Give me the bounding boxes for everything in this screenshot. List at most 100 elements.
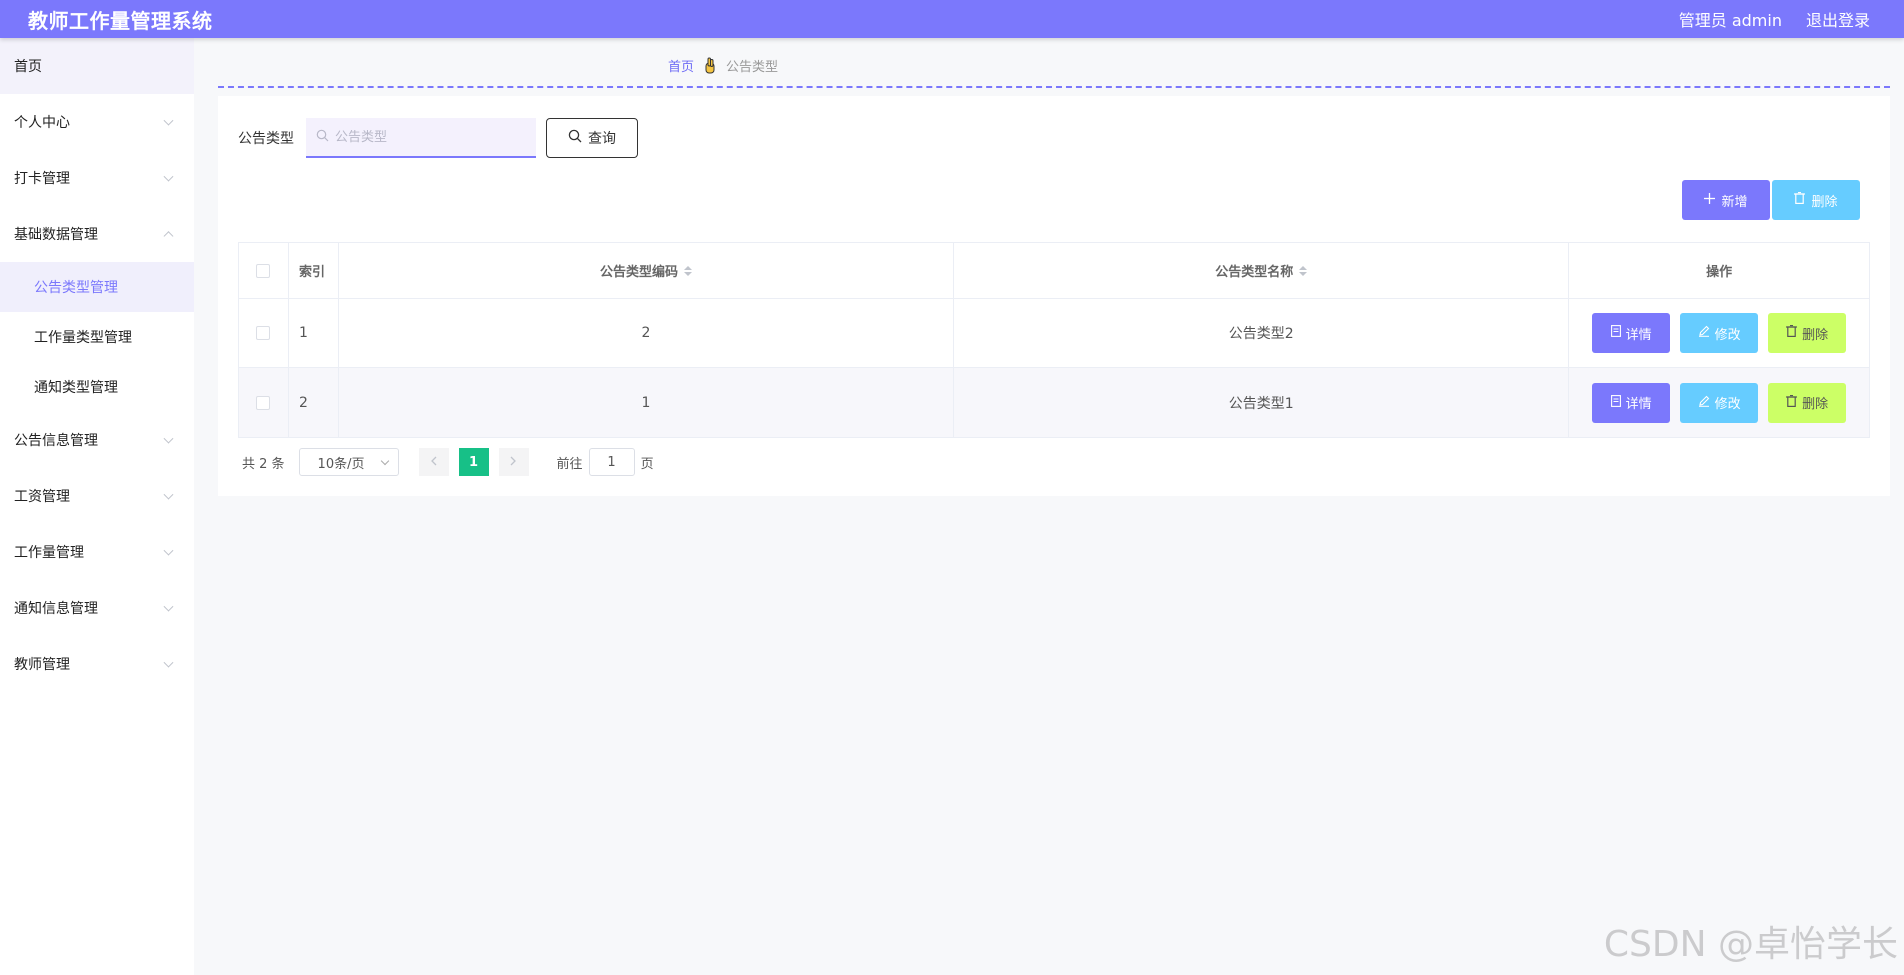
sidebar-item-workload[interactable]: 工作量管理 <box>0 524 194 580</box>
breadcrumb-home[interactable]: 首页 <box>668 56 694 75</box>
sidebar-item-notice-info[interactable]: 公告信息管理 <box>0 412 194 468</box>
sidebar-item-label: 首页 <box>14 59 42 75</box>
logout-link[interactable]: 退出登录 <box>1806 7 1870 31</box>
sidebar-item-notify-info[interactable]: 通知信息管理 <box>0 580 194 636</box>
row-checkbox[interactable] <box>256 395 271 410</box>
sidebar-item-salary[interactable]: 工资管理 <box>0 468 194 524</box>
trash-icon <box>1786 324 1798 341</box>
query-button-label: 查询 <box>588 131 616 147</box>
table-header-row: 索引 公告类型编码 公告类型名称 操作 <box>239 243 1869 299</box>
table-row: 2 1 公告类型1 详情 修改 删除 <box>239 368 1869 437</box>
chevron-left-icon <box>430 455 437 470</box>
sidebar-item-label: 基础数据管理 <box>14 227 98 243</box>
header-index-label: 索引 <box>298 265 325 280</box>
detail-button-label: 详情 <box>1625 327 1652 343</box>
edit-button-label: 修改 <box>1714 327 1741 343</box>
header-name[interactable]: 公告类型名称 <box>954 243 1570 298</box>
sort-icon[interactable] <box>684 265 693 276</box>
delete-button[interactable]: 删除 <box>1768 382 1847 423</box>
sidebar-item-label: 工作量管理 <box>14 545 84 561</box>
header-code-label: 公告类型编码 <box>600 265 679 280</box>
breadcrumb: 首页 公告类型 <box>668 56 778 75</box>
table-row: 1 2 公告类型2 详情 修改 删除 <box>239 299 1869 368</box>
sidebar-item-basic-data[interactable]: 基础数据管理 <box>0 206 194 262</box>
delete-button[interactable]: 删除 <box>1768 313 1847 353</box>
watermark: CSDN @卓怡学长 <box>1603 924 1898 965</box>
sidebar: 首页 个人中心 打卡管理 基础数据管理 公告类型管理 工作量类型管理 通知类型管… <box>0 38 194 975</box>
sidebar-subitem-notify-type[interactable]: 通知类型管理 <box>0 362 194 412</box>
row-checkbox[interactable] <box>256 326 271 340</box>
sidebar-subitem-label: 工作量类型管理 <box>34 330 132 346</box>
chevron-down-icon <box>163 657 174 668</box>
pencil-icon <box>1698 395 1710 411</box>
detail-button[interactable]: 详情 <box>1592 313 1671 353</box>
header-checkbox-cell <box>239 243 289 298</box>
batch-delete-button[interactable]: 删除 <box>1772 180 1860 220</box>
sidebar-subitem-label: 公告类型管理 <box>34 280 118 296</box>
search-box <box>306 118 536 158</box>
hand-icon <box>702 57 718 75</box>
breadcrumb-current: 公告类型 <box>726 60 779 75</box>
header-ops: 操作 <box>1569 243 1869 298</box>
sidebar-item-checkin[interactable]: 打卡管理 <box>0 150 194 206</box>
chevron-down-icon <box>163 115 174 126</box>
search-icon <box>568 129 582 147</box>
sidebar-item-label: 工资管理 <box>14 489 70 505</box>
add-button-label: 新增 <box>1721 194 1748 210</box>
prev-page-button[interactable] <box>418 448 449 476</box>
chevron-up-icon <box>163 231 174 242</box>
page-number-current[interactable]: 1 <box>458 448 489 476</box>
row-index: 2 <box>289 368 339 437</box>
sidebar-subitem-label: 通知类型管理 <box>34 380 118 396</box>
goto-page: 前往 页 <box>557 448 654 476</box>
header-code[interactable]: 公告类型编码 <box>339 243 955 298</box>
page-size-value: 10条/页 <box>317 456 365 472</box>
row-index: 1 <box>289 299 339 367</box>
sidebar-item-label: 教师管理 <box>14 657 70 673</box>
pagination-total: 共 2 条 <box>242 456 285 472</box>
sidebar-subitem-notice-type[interactable]: 公告类型管理 <box>0 262 194 312</box>
breadcrumb-divider <box>218 86 1890 88</box>
goto-page-input[interactable] <box>588 448 635 476</box>
detail-button[interactable]: 详情 <box>1592 382 1671 423</box>
header-name-label: 公告类型名称 <box>1215 265 1294 280</box>
delete-button-label: 删除 <box>1802 397 1829 412</box>
top-bar: 教师工作量管理系统 管理员 admin 退出登录 <box>0 0 1904 38</box>
query-button[interactable]: 查询 <box>546 118 638 158</box>
batch-delete-label: 删除 <box>1811 194 1838 210</box>
edit-button-label: 修改 <box>1714 397 1741 412</box>
sidebar-item-label: 公告信息管理 <box>14 433 98 449</box>
document-icon <box>1610 394 1621 411</box>
delete-button-label: 删除 <box>1802 327 1829 343</box>
trash-icon <box>1794 191 1806 208</box>
row-code: 1 <box>339 368 955 437</box>
detail-button-label: 详情 <box>1625 397 1652 412</box>
sidebar-subitem-workload-type[interactable]: 工作量类型管理 <box>0 312 194 362</box>
sort-icon[interactable] <box>1299 265 1308 276</box>
sidebar-item-personal-center[interactable]: 个人中心 <box>0 94 194 150</box>
pagination: 共 2 条 10条/页 1 前往 页 <box>242 448 654 476</box>
goto-prefix: 前往 <box>556 456 583 472</box>
chevron-down-icon <box>163 545 174 556</box>
row-checkbox-cell <box>239 368 289 437</box>
row-name: 公告类型1 <box>954 368 1570 437</box>
search-input[interactable] <box>335 129 525 145</box>
select-all-checkbox[interactable] <box>256 263 271 278</box>
sidebar-item-home[interactable]: 首页 <box>0 38 194 94</box>
sidebar-item-label: 通知信息管理 <box>14 601 98 617</box>
add-button[interactable]: 新增 <box>1682 180 1770 220</box>
content-panel: 公告类型 查询 新增 删除 索引 公告类型 <box>218 96 1890 496</box>
app-title: 教师工作量管理系统 <box>28 8 213 33</box>
plus-icon <box>1704 192 1716 208</box>
chevron-down-icon <box>163 171 174 182</box>
row-name: 公告类型2 <box>954 299 1570 367</box>
page-size-select[interactable]: 10条/页 <box>298 448 399 476</box>
next-page-button[interactable] <box>498 448 529 476</box>
edit-button[interactable]: 修改 <box>1680 382 1759 423</box>
current-user: 管理员 admin <box>1678 11 1782 30</box>
edit-button[interactable]: 修改 <box>1680 313 1759 353</box>
sidebar-item-teacher[interactable]: 教师管理 <box>0 636 194 692</box>
search-label: 公告类型 <box>238 131 294 147</box>
sidebar-item-label: 打卡管理 <box>14 171 70 187</box>
document-icon <box>1610 325 1621 341</box>
